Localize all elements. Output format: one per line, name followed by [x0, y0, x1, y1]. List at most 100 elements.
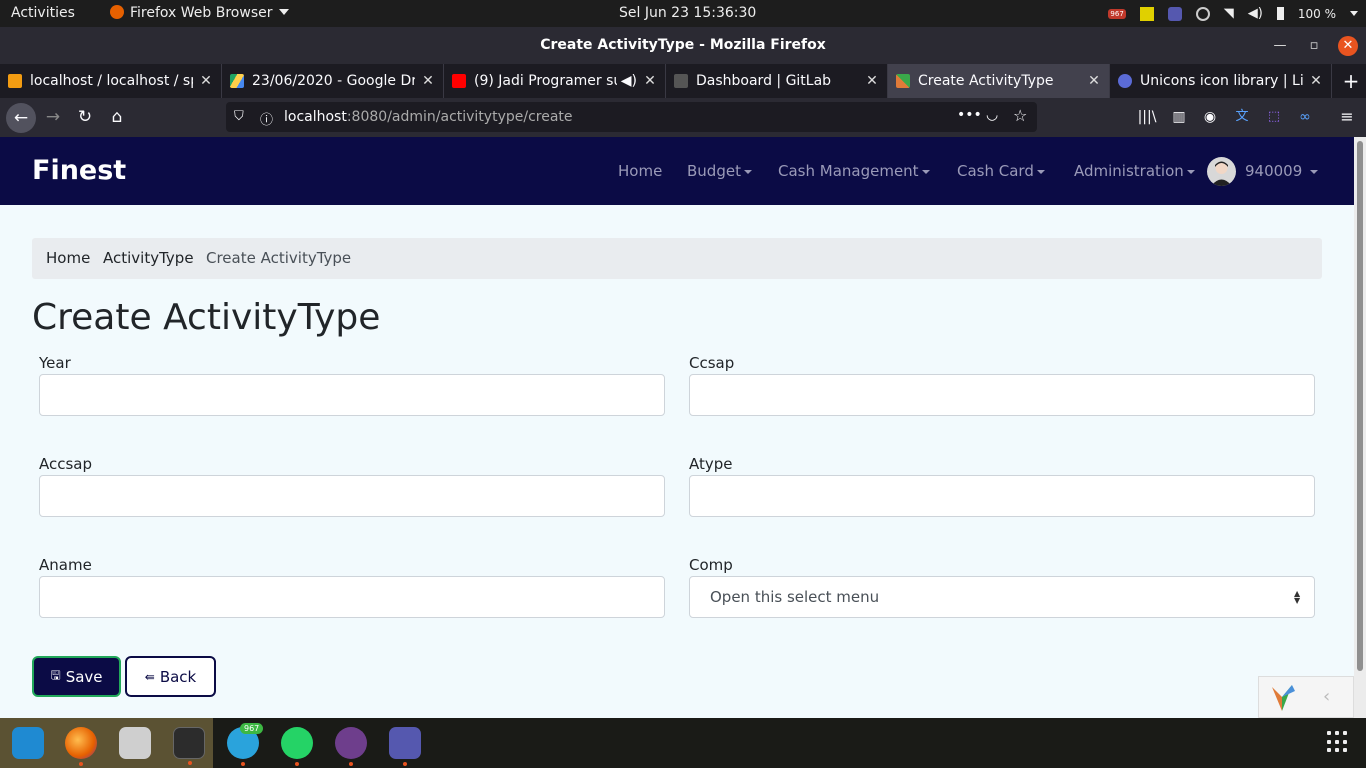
unicons-icon: [1118, 74, 1132, 88]
shield-icon[interactable]: ⛉: [234, 109, 244, 124]
app-menu[interactable]: Firefox Web Browser: [110, 0, 289, 27]
year-input[interactable]: [39, 374, 665, 416]
yii-logo-icon: [1272, 685, 1295, 711]
clock[interactable]: Sel Jun 23 15:36:30: [619, 0, 756, 27]
page-actions-icon[interactable]: •••: [957, 107, 982, 123]
show-applications-icon[interactable]: [1327, 731, 1349, 753]
page-scrollbar[interactable]: [1354, 137, 1366, 718]
ccsap-input[interactable]: [689, 374, 1315, 416]
running-indicator: [241, 762, 245, 766]
tab-close-icon[interactable]: ✕: [865, 73, 879, 89]
app-navbar: Finest Home Budget Cash Management Cash …: [0, 137, 1354, 205]
files-icon[interactable]: [119, 727, 151, 759]
back-label: Back: [159, 667, 197, 686]
nav-cash-management[interactable]: Cash Management: [778, 137, 930, 205]
tab-close-icon[interactable]: ✕: [421, 73, 435, 89]
pocket-icon[interactable]: ◡: [986, 107, 998, 123]
speaker-icon[interactable]: ◀): [621, 73, 637, 89]
breadcrumb-home[interactable]: Home: [46, 238, 90, 279]
user-id: 940009: [1245, 162, 1303, 180]
navigation-toolbar: ← → ↻ ⌂ ⛉ ⓘ localhost:8080/admin/activit…: [0, 98, 1366, 137]
aname-input[interactable]: [39, 576, 665, 618]
hamburger-menu-icon[interactable]: ≡: [1334, 104, 1360, 130]
tab-gitlab[interactable]: Dashboard | GitLab ✕: [666, 64, 888, 98]
whatsapp-icon[interactable]: [281, 727, 313, 766]
tab-label: Unicons icon library | Lin: [1140, 73, 1303, 89]
accsap-input[interactable]: [39, 475, 665, 517]
save-button[interactable]: 🖫 Save: [32, 656, 121, 697]
ccsap-label: Ccsap: [689, 354, 735, 372]
github-desktop-icon[interactable]: [335, 727, 367, 766]
tab-google-drive[interactable]: 23/06/2020 - Google Dri ✕: [222, 64, 444, 98]
running-indicator: [79, 762, 83, 766]
translate-icon[interactable]: 文: [1229, 104, 1255, 130]
tab-close-icon[interactable]: ✕: [199, 73, 213, 89]
activities-button[interactable]: Activities: [11, 0, 75, 27]
back-button[interactable]: ⇚ Back: [125, 656, 216, 697]
url-text[interactable]: localhost:8080/admin/activitytype/create: [284, 102, 573, 132]
nav-label: Cash Management: [778, 162, 919, 180]
window-title: Create ActivityType - Mozilla Firefox: [540, 37, 826, 53]
forward-arrow-icon[interactable]: →: [40, 104, 66, 130]
nav-cash-card[interactable]: Cash Card: [957, 137, 1045, 205]
tab-label: (9) Jadi Programer su: [474, 73, 617, 89]
nav-label: Administration: [1074, 162, 1184, 180]
close-icon[interactable]: ✕: [1338, 36, 1358, 56]
yii-debug-toolbar[interactable]: ‹: [1258, 676, 1354, 718]
terminal-icon[interactable]: [173, 727, 205, 765]
screenshot-icon[interactable]: ⬚: [1261, 104, 1287, 130]
running-indicator: [295, 762, 299, 766]
avatar-face-icon: [1211, 161, 1232, 186]
tab-create-activitytype[interactable]: Create ActivityType ✕: [888, 64, 1110, 98]
tab-close-icon[interactable]: ✕: [1309, 73, 1323, 89]
minimize-icon[interactable]: —: [1270, 36, 1290, 56]
battery-icon: [1276, 7, 1284, 20]
tab-close-icon[interactable]: ✕: [1087, 73, 1101, 89]
teams-tray-icon: [1167, 6, 1182, 21]
brand-logo[interactable]: Finest: [32, 137, 126, 205]
maximize-icon[interactable]: ▫: [1304, 36, 1324, 56]
teams-icon[interactable]: [389, 727, 421, 766]
running-indicator: [188, 761, 192, 765]
home-icon[interactable]: ⌂: [104, 104, 130, 130]
extension-icon[interactable]: ∞: [1292, 104, 1318, 130]
url-host: localhost: [284, 109, 347, 125]
reload-icon[interactable]: ↻: [72, 104, 98, 130]
tab-close-icon[interactable]: ✕: [643, 73, 657, 89]
info-icon[interactable]: ⓘ: [260, 109, 273, 128]
breadcrumb-current: Create ActivityType: [206, 249, 352, 267]
page-title: Create ActivityType: [32, 297, 381, 338]
nav-administration[interactable]: Administration: [1074, 137, 1195, 205]
scrollbar-thumb[interactable]: [1357, 141, 1363, 671]
user-menu[interactable]: 940009: [1245, 137, 1319, 205]
library-icon[interactable]: |||\: [1134, 104, 1160, 130]
gnome-top-bar: Activities Firefox Web Browser Sel Jun 2…: [0, 0, 1366, 27]
url-bar[interactable]: ⛉ ⓘ localhost:8080/admin/activitytype/cr…: [226, 102, 1037, 132]
comp-label: Comp: [689, 556, 733, 574]
comp-select[interactable]: Open this select menu ▲ ▼: [689, 576, 1315, 618]
new-tab-icon[interactable]: +: [1338, 64, 1364, 98]
comp-select-value: Open this select menu: [710, 588, 880, 606]
breadcrumb-activitytype[interactable]: ActivityType: [103, 238, 194, 279]
account-icon[interactable]: ◉: [1197, 104, 1223, 130]
nav-home[interactable]: Home: [618, 137, 662, 205]
chevron-left-icon[interactable]: ‹: [1323, 686, 1330, 707]
sidebar-icon[interactable]: ▥: [1166, 104, 1192, 130]
running-indicator: [349, 762, 353, 766]
bookmark-star-icon[interactable]: ☆: [1013, 106, 1027, 125]
tab-phpmyadmin[interactable]: localhost / localhost / sp ✕: [0, 64, 222, 98]
nav-budget[interactable]: Budget: [687, 137, 752, 205]
google-drive-icon: [230, 74, 244, 88]
system-tray[interactable]: 967 ◥ ◀) 100 %: [1108, 0, 1358, 27]
floppy-disk-icon: 🖫: [50, 668, 61, 682]
power-menu-icon: [1350, 11, 1358, 16]
tab-unicons[interactable]: Unicons icon library | Lin ✕: [1110, 64, 1332, 98]
vscode-icon[interactable]: [12, 727, 44, 759]
phpmyadmin-icon: [8, 74, 22, 88]
firefox-small-icon: [110, 5, 124, 19]
tab-youtube[interactable]: (9) Jadi Programer su ◀) ✕: [444, 64, 666, 98]
firefox-icon[interactable]: [65, 727, 97, 766]
user-avatar[interactable]: [1207, 157, 1236, 186]
atype-input[interactable]: [689, 475, 1315, 517]
back-arrow-icon[interactable]: ←: [6, 103, 36, 133]
